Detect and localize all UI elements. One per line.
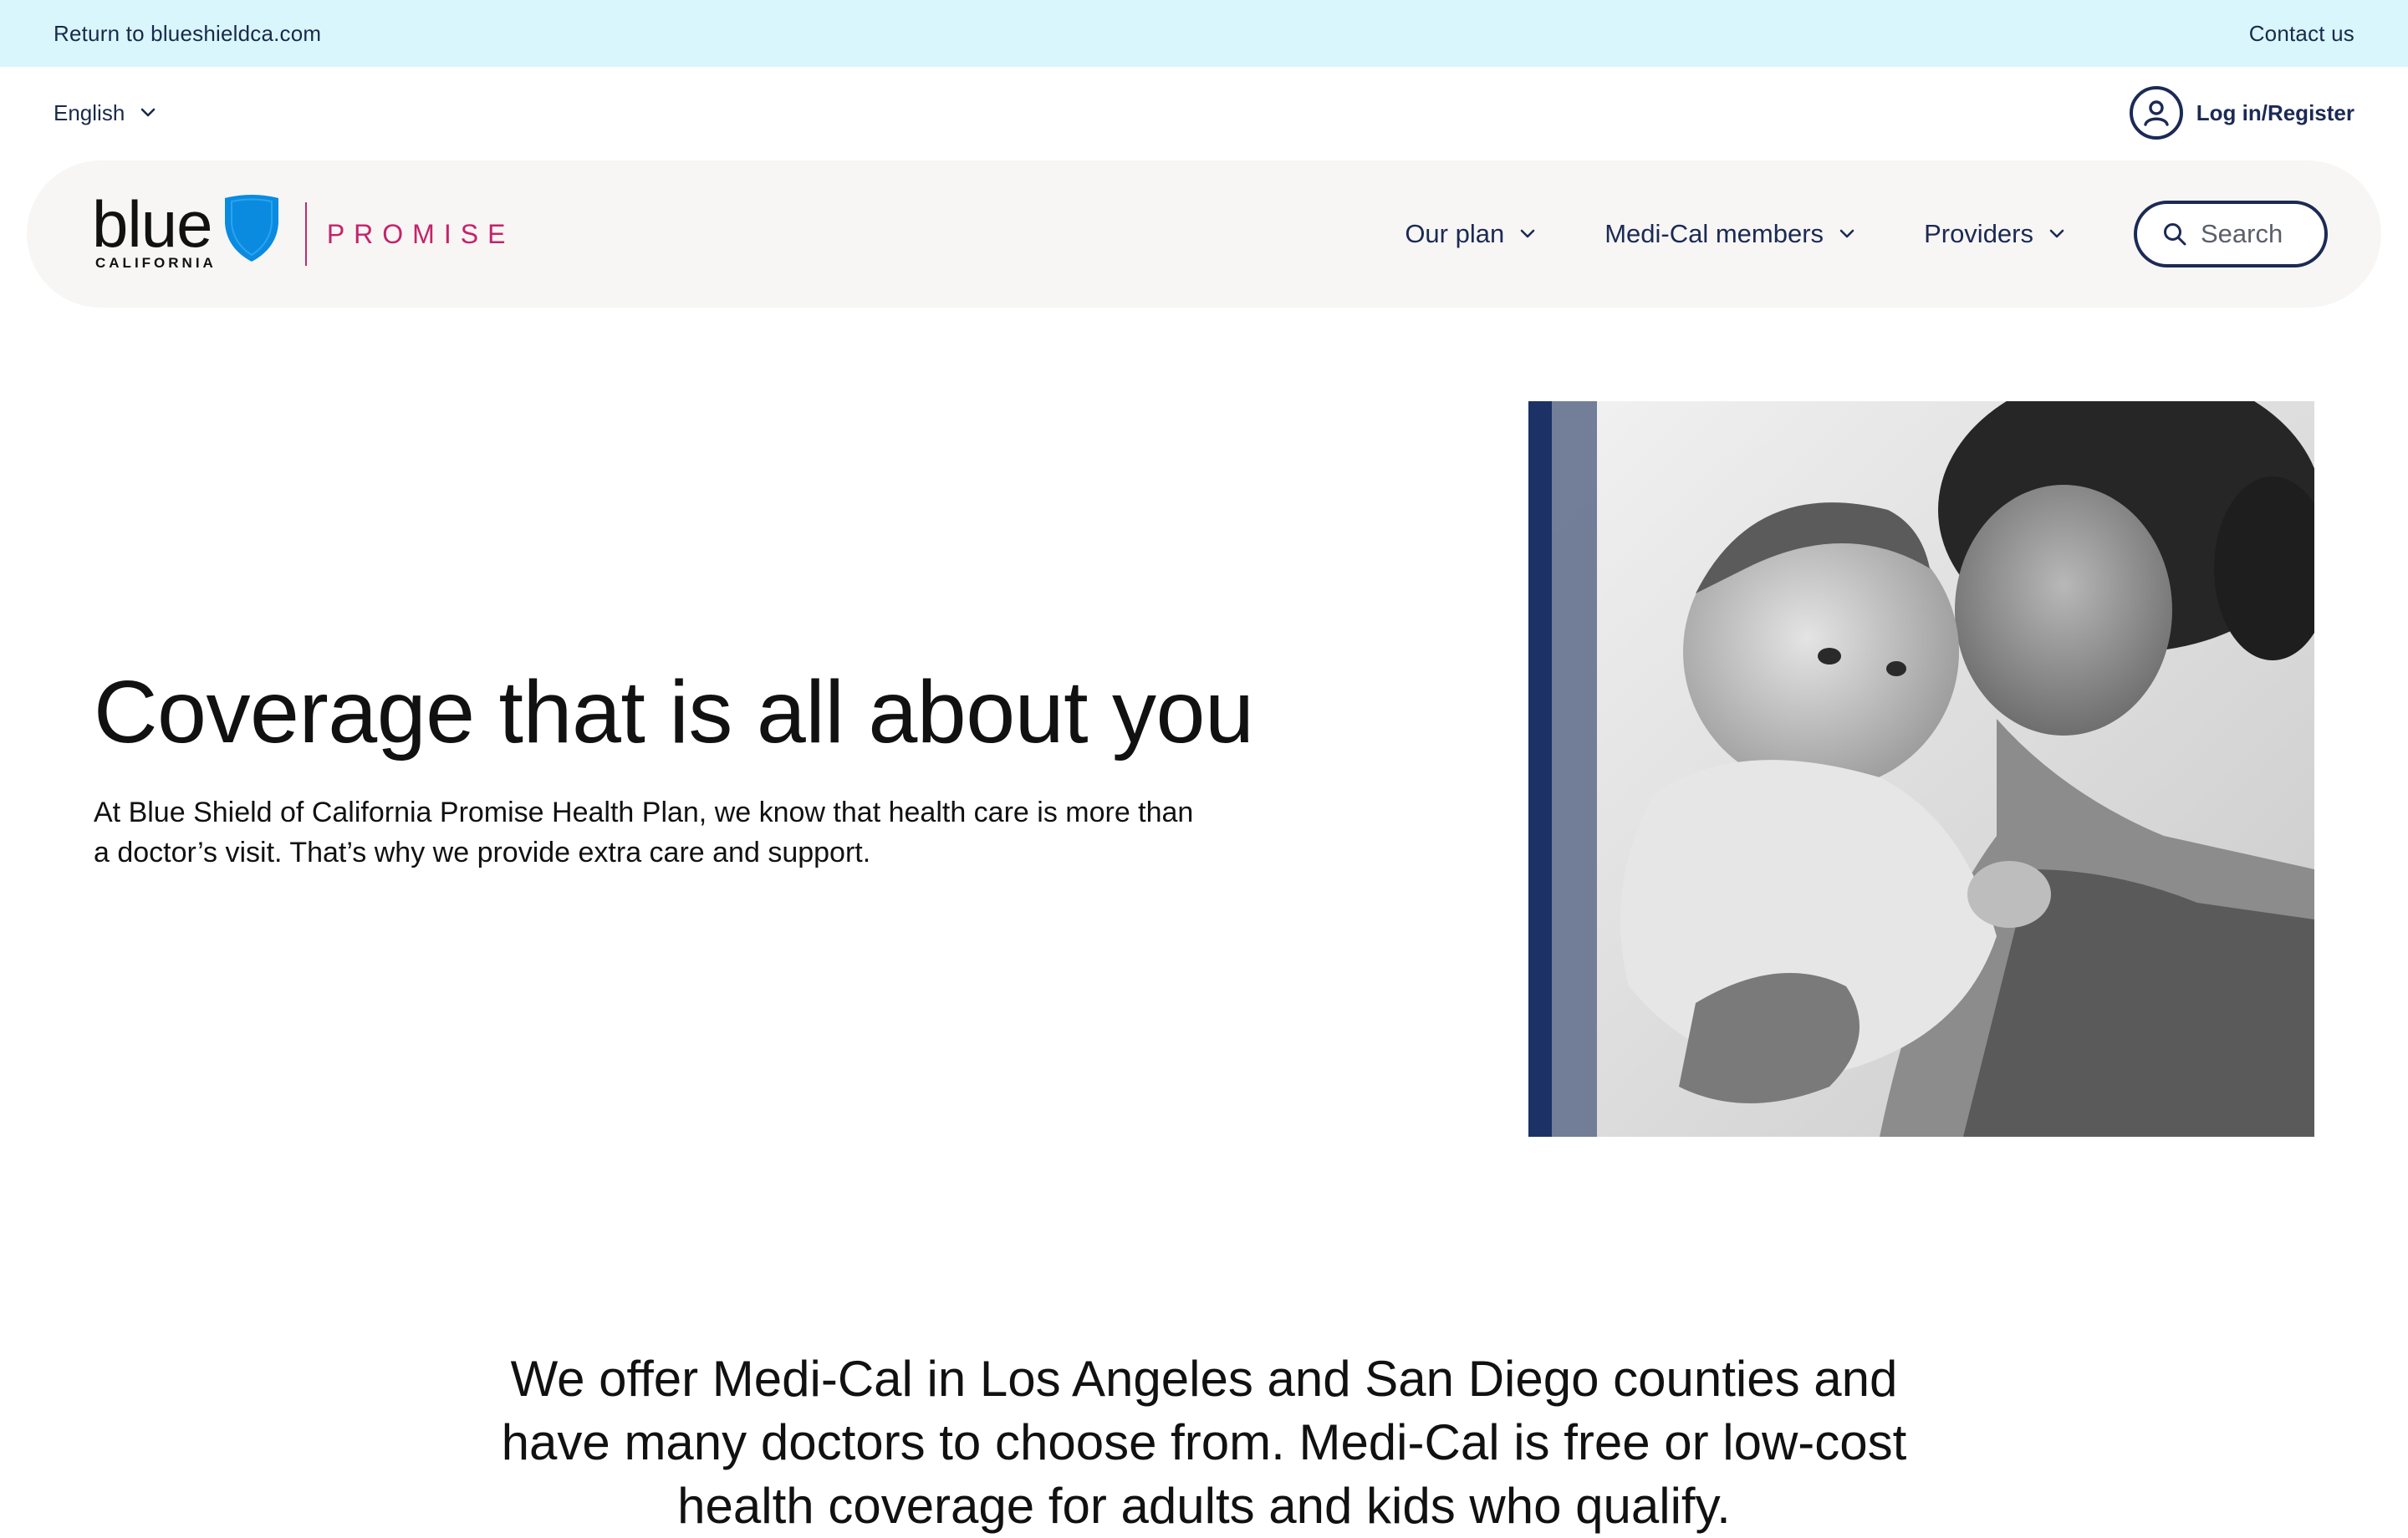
hero-text: At Blue Shield of California Promise Hea…	[94, 797, 1194, 868]
nav-our-plan-label: Our plan	[1405, 219, 1505, 248]
logo-promise-text: PROMISE	[326, 218, 515, 249]
chevron-down-icon	[1520, 229, 1535, 238]
nav-items: Our plan Medi-Cal members Providers Sear…	[1405, 201, 2328, 267]
hero-photo	[1528, 401, 2314, 1137]
logo-california-text: CALIFORNIA	[95, 255, 217, 271]
shield-logo-icon	[224, 195, 278, 262]
logo-wordmark: blue CALIFORNIA	[92, 187, 217, 272]
nav-medi-cal-members[interactable]: Medi-Cal members	[1604, 219, 1855, 249]
login-button[interactable]: Log in/Register	[2129, 86, 2354, 140]
search-button[interactable]: Search	[2134, 201, 2328, 267]
language-selector[interactable]: English	[54, 100, 156, 126]
language-label: English	[54, 99, 125, 125]
logo[interactable]: blue CALIFORNIA PROMISE	[92, 188, 514, 280]
main-nav: blue CALIFORNIA PROMISE Our plan Medi-Ca…	[27, 160, 2381, 308]
logo-divider	[304, 202, 307, 266]
utility-bar: Return to blueshieldca.com Contact us	[0, 0, 2408, 67]
accent-band-dark	[1528, 401, 1552, 1137]
nav-our-plan[interactable]: Our plan	[1405, 219, 1536, 249]
nav-providers[interactable]: Providers	[1924, 219, 2065, 249]
medi-cal-statement: We offer Medi-Cal in Los Angeles and San…	[501, 1351, 1907, 1534]
sub-bar: English Log in/Register	[0, 67, 2408, 159]
hero-title: Coverage that is all about you	[94, 663, 1254, 761]
return-link[interactable]: Return to blueshieldca.com	[54, 21, 321, 47]
contact-link[interactable]: Contact us	[2249, 21, 2354, 47]
nav-medi-cal-members-label: Medi-Cal members	[1604, 219, 1824, 248]
chevron-down-icon	[1839, 229, 1854, 238]
nav-providers-label: Providers	[1924, 219, 2033, 248]
user-icon	[2129, 86, 2183, 140]
search-icon	[2164, 223, 2186, 246]
logo-blue-text: blue	[92, 187, 212, 261]
chevron-down-icon	[140, 108, 156, 117]
mother-kissing-baby-photo	[1528, 401, 2314, 1137]
accent-band-light	[1552, 401, 1597, 1137]
chevron-down-icon	[2049, 229, 2064, 238]
login-label: Log in/Register	[2196, 99, 2354, 125]
search-label: Search	[2201, 219, 2283, 248]
